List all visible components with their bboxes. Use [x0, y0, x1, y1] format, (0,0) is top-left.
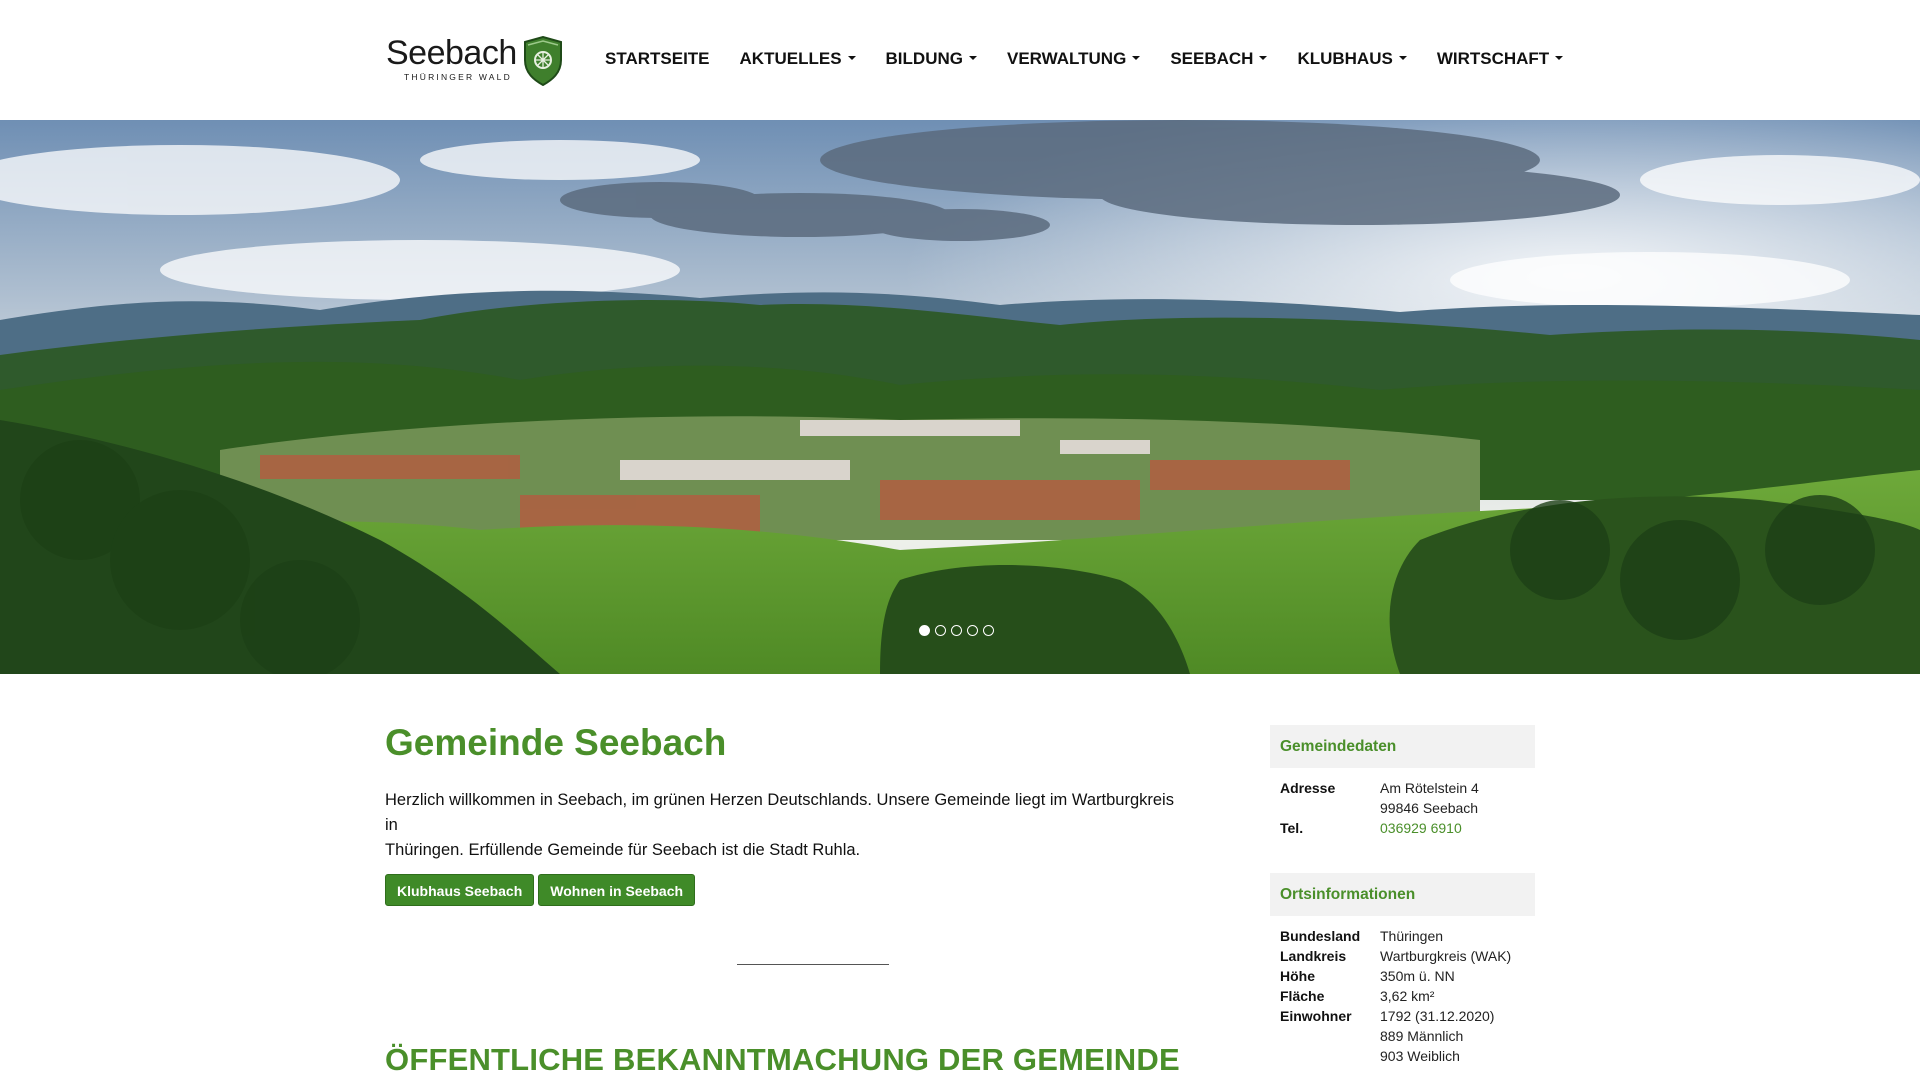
section-title: ÖFFENTLICHE BEKANNTMACHUNG DER GEMEINDE: [385, 1042, 1180, 1077]
hero-landscape-image: [0, 120, 1920, 674]
nav-verwaltung[interactable]: VERWALTUNG: [1006, 47, 1141, 71]
site-header: Seebach THÜRINGER WALD STARTSEITE AKTUEL…: [0, 0, 1920, 120]
info-value: Wartburgkreis (WAK): [1380, 948, 1512, 964]
nav-startseite[interactable]: STARTSEITE: [605, 47, 710, 71]
nav-seebach[interactable]: SEEBACH: [1170, 47, 1268, 71]
address-line-1: Am Rötelstein 4: [1380, 780, 1479, 796]
slider-indicators: [919, 625, 994, 636]
gemeindedaten-heading: Gemeindedaten: [1270, 725, 1535, 768]
info-label: Tel.: [1280, 820, 1304, 836]
nav-label: KLUBHAUS: [1297, 49, 1393, 68]
caret-down-icon: [968, 55, 977, 60]
sidebar-gemeindedaten: Gemeindedaten Adresse Am Rötelstein 4 99…: [1270, 725, 1535, 838]
sidebar-ortsinformationen: Ortsinformationen Bundesland Thüringen Lan…: [1270, 873, 1535, 1066]
info-row-tel: Tel. 036929 6910: [1280, 818, 1525, 838]
caret-down-icon: [1398, 55, 1407, 60]
nav-bildung[interactable]: BILDUNG: [886, 47, 977, 71]
info-value: 350m ü. NN: [1380, 968, 1455, 984]
info-value: 889 Männlich: [1380, 1028, 1464, 1044]
caret-down-icon: [847, 55, 856, 60]
nav-label: VERWALTUNG: [1006, 49, 1127, 68]
main-content: Gemeinde Seebach Herzlich willkommen in …: [385, 720, 1185, 1077]
info-label: [1280, 1046, 1380, 1066]
logo-subline: THÜRINGER WALD: [404, 72, 512, 82]
nav-klubhaus[interactable]: KLUBHAUS: [1297, 47, 1407, 71]
caret-down-icon: [1259, 55, 1268, 60]
hero-slider[interactable]: [0, 120, 1920, 674]
info-label: Bundesland: [1280, 928, 1361, 944]
info-label: Adresse: [1280, 780, 1336, 796]
nav-aktuelles[interactable]: AKTUELLES: [740, 47, 856, 71]
nav-label: SEEBACH: [1170, 49, 1254, 68]
slider-dot-1[interactable]: [919, 625, 930, 636]
slider-dot-3[interactable]: [951, 625, 962, 636]
info-row: Einwohner 1792 (31.12.2020): [1280, 1006, 1525, 1026]
phone-link[interactable]: 036929 6910: [1380, 818, 1462, 838]
wohnen-in-seebach-button[interactable]: Wohnen in Seebach: [538, 874, 696, 906]
info-row: Höhe 350m ü. NN: [1280, 966, 1525, 986]
slider-dot-4[interactable]: [967, 625, 978, 636]
info-value: Thüringen: [1380, 928, 1444, 944]
cta-buttons: Klubhaus Seebach Wohnen in Seebach: [385, 874, 1185, 906]
slider-dot-5[interactable]: [983, 625, 994, 636]
info-row-adresse: Adresse Am Rötelstein 4 99846 Seebach: [1280, 778, 1525, 818]
logo-wordmark: Seebach: [386, 34, 517, 72]
info-row: 903 Weiblich: [1280, 1046, 1525, 1066]
intro-text: Herzlich willkommen in Seebach, im grüne…: [385, 788, 1185, 863]
info-row: Landkreis Wartburgkreis (WAK): [1280, 946, 1525, 966]
info-label: Höhe: [1280, 968, 1315, 984]
info-label: Einwohner: [1280, 1008, 1352, 1024]
ortsinformationen-heading: Ortsinformationen: [1270, 873, 1535, 916]
gemeindedaten-info: Adresse Am Rötelstein 4 99846 Seebach Te…: [1270, 768, 1535, 838]
info-row: Fläche 3,62 km²: [1280, 986, 1525, 1006]
info-value: 3,62 km²: [1380, 988, 1435, 1004]
info-label: [1280, 1026, 1380, 1046]
nav-label: WIRTSCHAFT: [1436, 49, 1550, 68]
address-line-2: 99846 Seebach: [1380, 800, 1479, 816]
nav-label: STARTSEITE: [605, 49, 710, 68]
nav-label: BILDUNG: [885, 49, 963, 68]
info-label: Fläche: [1280, 988, 1325, 1004]
nav-wirtschaft[interactable]: WIRTSCHAFT: [1436, 47, 1564, 71]
ortsinformationen-info: Bundesland Thüringen Landkreis Wartburgkrei…: [1270, 916, 1535, 1066]
info-value: Am Rötelstein 4 99846 Seebach: [1380, 778, 1479, 818]
caret-down-icon: [1555, 55, 1564, 60]
info-label: Landkreis: [1280, 948, 1347, 964]
caret-down-icon: [1132, 55, 1141, 60]
nav-label: AKTUELLES: [739, 49, 842, 68]
section-divider: [737, 964, 889, 965]
intro-line-2: Thüringen. Erfüllende Gemeinde für Seeba…: [385, 841, 861, 859]
coat-of-arms-icon: [524, 36, 562, 86]
slider-dot-2[interactable]: [935, 625, 946, 636]
main-navigation: STARTSEITE AKTUELLES BILDUNG VERWALTUNG …: [605, 47, 1593, 71]
info-row: Bundesland Thüringen: [1280, 926, 1525, 946]
intro-line-1: Herzlich willkommen in Seebach, im grüne…: [385, 791, 1174, 834]
info-row: 889 Männlich: [1280, 1026, 1525, 1046]
info-value: 903 Weiblich: [1380, 1048, 1460, 1064]
klubhaus-seebach-button[interactable]: Klubhaus Seebach: [385, 874, 535, 906]
site-logo[interactable]: Seebach THÜRINGER WALD: [386, 34, 566, 88]
page-title: Gemeinde Seebach: [385, 722, 727, 763]
info-value: 1792 (31.12.2020): [1380, 1008, 1495, 1024]
